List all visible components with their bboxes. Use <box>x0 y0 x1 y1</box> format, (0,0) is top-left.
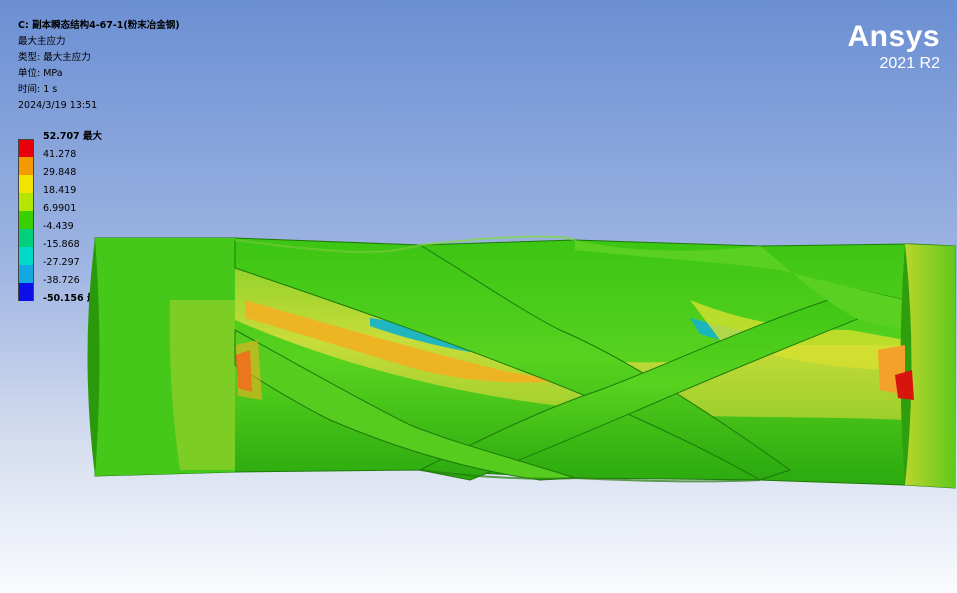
graphics-viewport[interactable]: C: 副本瞬态结构4-67-1(粉末冶金钢) 最大主应力 类型: 最大主应力 单… <box>0 0 957 593</box>
right-end-region <box>905 244 955 488</box>
right-end-red-spot <box>895 370 914 400</box>
left-orange-ring <box>236 340 262 400</box>
stress-contour-model[interactable] <box>0 0 957 593</box>
left-cap-shade <box>169 300 235 470</box>
